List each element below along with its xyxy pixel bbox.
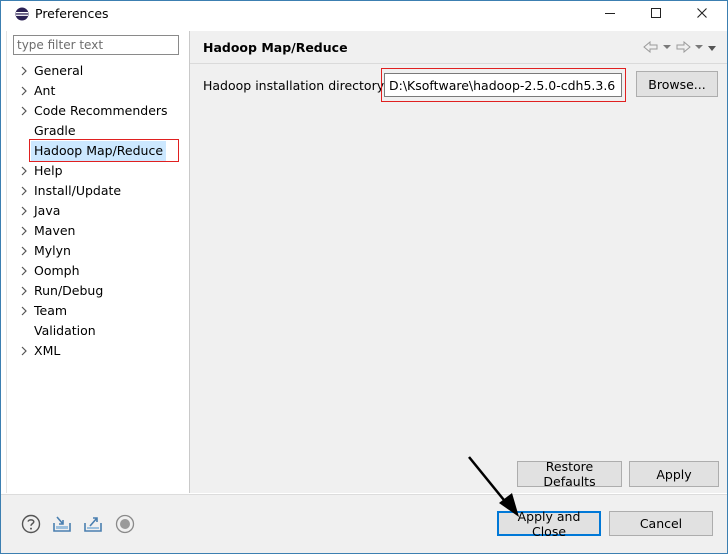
tree-item[interactable]: Team	[7, 301, 189, 321]
import-icon[interactable]	[52, 514, 72, 534]
preference-page: Hadoop Map/Reduce Hadoop installation di…	[190, 31, 727, 493]
chevron-right-icon[interactable]	[19, 201, 29, 221]
preferences-tree-pane: General Ant Code Recommenders Gradle Hadoop …	[7, 31, 189, 493]
minimize-icon	[604, 13, 615, 14]
minimize-button[interactable]	[587, 1, 633, 26]
tree-item[interactable]: XML	[7, 341, 189, 361]
chevron-right-icon[interactable]	[19, 61, 29, 81]
chevron-right-icon[interactable]	[19, 181, 29, 201]
maximize-icon	[650, 8, 661, 18]
eclipse-icon	[15, 7, 29, 21]
tree-item[interactable]: Oomph	[7, 261, 189, 281]
chevron-right-icon[interactable]	[19, 341, 29, 361]
tree-item-label: Gradle	[34, 123, 76, 138]
history-nav	[643, 39, 717, 55]
tree-item-label: Oomph	[34, 263, 80, 278]
chevron-right-icon[interactable]	[19, 281, 29, 301]
tree-item[interactable]: Hadoop Map/Reduce	[7, 141, 189, 161]
apply-and-close-button[interactable]: Apply and Close	[497, 509, 601, 539]
chevron-right-icon[interactable]	[19, 301, 29, 321]
preferences-window: Preferences GeneralAntCode RecommendersG…	[0, 0, 728, 554]
dialog-footer: Apply and Close Cancel	[1, 495, 727, 553]
chevron-right-icon[interactable]	[19, 81, 29, 101]
tree-item-label: Java	[34, 203, 61, 218]
tree-item[interactable]: Gradle	[7, 121, 189, 141]
tree-item[interactable]: Ant	[7, 81, 189, 101]
export-icon[interactable]	[83, 514, 103, 534]
forward-dropdown-icon[interactable]	[695, 43, 703, 51]
title-bar: Preferences	[1, 1, 727, 26]
chevron-right-icon[interactable]	[19, 101, 29, 121]
header-divider	[190, 63, 727, 64]
chevron-right-icon[interactable]	[19, 241, 29, 261]
chevron-right-icon[interactable]	[19, 221, 29, 241]
tree-item[interactable]: Validation	[7, 321, 189, 341]
window-title: Preferences	[35, 6, 109, 21]
install-dir-label: Hadoop installation directory:	[203, 78, 388, 93]
restore-defaults-button[interactable]: Restore Defaults	[517, 459, 622, 489]
tree-item[interactable]: Install/Update	[7, 181, 189, 201]
tree-item-label: Validation	[34, 323, 96, 338]
tree-item-label: Hadoop Map/Reduce	[31, 141, 167, 161]
tree-item-label: Install/Update	[34, 183, 122, 198]
back-dropdown-icon[interactable]	[663, 43, 671, 51]
chevron-right-icon[interactable]	[19, 261, 29, 281]
chevron-right-icon[interactable]	[19, 161, 29, 181]
help-icon[interactable]	[21, 514, 41, 534]
tree-item[interactable]: Code Recommenders	[7, 101, 189, 121]
page-header: Hadoop Map/Reduce	[190, 31, 727, 63]
filter-input[interactable]	[13, 35, 179, 55]
cancel-button[interactable]: Cancel	[609, 511, 713, 536]
browse-button[interactable]: Browse...	[636, 71, 718, 97]
tree-item-label: Code Recommenders	[34, 103, 168, 118]
tree-item-label: Ant	[34, 83, 56, 98]
tree-item[interactable]: Maven	[7, 221, 189, 241]
close-icon	[696, 8, 707, 18]
tree-item-label: Maven	[34, 223, 76, 238]
tree-item[interactable]: Help	[7, 161, 189, 181]
tree-item-label: Run/Debug	[34, 283, 104, 298]
tree-item[interactable]: Mylyn	[7, 241, 189, 261]
tree-item-label: Team	[34, 303, 68, 318]
close-button[interactable]	[679, 1, 725, 26]
back-arrow-icon[interactable]	[643, 41, 659, 53]
install-dir-input[interactable]	[384, 73, 622, 97]
tree-item[interactable]: Run/Debug	[7, 281, 189, 301]
tree-item-label: XML	[34, 343, 61, 358]
maximize-button[interactable]	[633, 1, 679, 26]
forward-arrow-icon[interactable]	[675, 41, 691, 53]
preferences-tree: General Ant Code Recommenders Gradle Hadoop …	[7, 61, 189, 361]
record-icon[interactable]	[115, 514, 135, 534]
tree-item[interactable]: General	[7, 61, 189, 81]
tree-item-label: General	[34, 63, 84, 78]
tree-item-label: Mylyn	[34, 243, 71, 258]
tree-item[interactable]: Java	[7, 201, 189, 221]
tree-item-label: Help	[34, 163, 63, 178]
page-title: Hadoop Map/Reduce	[203, 40, 348, 55]
view-menu-icon[interactable]	[707, 41, 717, 53]
apply-button[interactable]: Apply	[629, 461, 719, 487]
